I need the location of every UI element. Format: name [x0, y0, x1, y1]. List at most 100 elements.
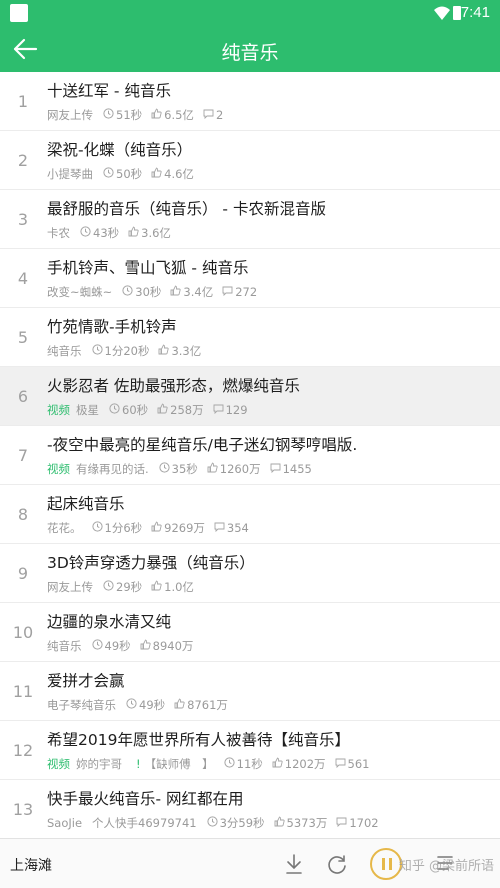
clock-icon — [224, 757, 235, 771]
thumbs-up-icon — [151, 167, 162, 181]
song-rank: 9 — [17, 564, 29, 583]
song-meta: 纯音乐 49秒 8940万 — [47, 638, 492, 654]
song-title: 手机铃声、雪山飞狐 - 纯音乐 — [47, 259, 249, 277]
clock-icon — [122, 285, 133, 299]
song-duration: 49秒 — [139, 698, 166, 712]
song-duration: 50秒 — [116, 167, 143, 181]
song-row[interactable]: 4 手机铃声、雪山飞狐 - 纯音乐 改变~蜘蛛~ 30秒 3.4亿 272 — [0, 249, 500, 308]
song-duration: 1分6秒 — [104, 521, 143, 535]
song-title: 起床纯音乐 — [47, 495, 125, 513]
song-rank: 7 — [17, 446, 29, 465]
song-row[interactable]: 3 最舒服的音乐（纯音乐） - 卡农新混音版 卡农 43秒 3.6亿 — [0, 190, 500, 249]
clock-icon — [80, 226, 91, 240]
now-playing-title[interactable]: 上海滩 — [10, 855, 52, 875]
clock-icon — [103, 580, 114, 594]
song-comments: 272 — [235, 285, 258, 299]
song-rank: 3 — [17, 210, 29, 229]
video-tag: 视频 — [47, 757, 70, 771]
song-likes: 1260万 — [219, 462, 261, 476]
pause-button[interactable] — [370, 848, 402, 880]
song-likes: 8940万 — [152, 639, 194, 653]
song-meta: 卡农 43秒 3.6亿 — [47, 225, 492, 241]
song-duration: 60秒 — [122, 403, 149, 417]
song-likes: 3.6亿 — [141, 226, 171, 240]
thumbs-up-icon — [207, 462, 218, 476]
thumbs-up-icon — [140, 639, 151, 653]
song-rank: 8 — [17, 505, 29, 524]
song-row[interactable]: 1 十送红军 - 纯音乐 网友上传 51秒 6.5亿 2 — [0, 72, 500, 131]
clock-icon — [91, 344, 103, 358]
song-row[interactable]: 13 快手最火纯音乐- 网红都在用 SaoJie 个人快手46979741 3分59秒 5… — [0, 780, 500, 839]
thumbs-up-icon — [157, 403, 168, 417]
comment-icon — [335, 757, 346, 771]
song-title: 3D铃声穿透力暴强（纯音乐） — [47, 554, 255, 572]
song-row[interactable]: 11 爱拼才会赢 电子琴纯音乐 49秒 8761万 — [0, 662, 500, 721]
song-rank: 10 — [12, 623, 34, 642]
song-source: 纯音乐 — [47, 639, 82, 653]
clock-icon — [91, 639, 103, 653]
song-row[interactable]: 6 火影忍者 佐助最强形态，燃爆纯音乐 视频 极星 60秒 258万 129 — [0, 367, 500, 426]
song-row[interactable]: 12 希望2019年愿世界所有人被善待【纯音乐】 视频 妳的宇哥! 【缺师傅 】 11秒 1… — [0, 721, 500, 780]
song-duration: 11秒 — [236, 757, 263, 771]
song-source: SaoJie — [47, 816, 83, 830]
song-likes: 5373万 — [286, 816, 328, 830]
song-meta: 视频 有缘再见的话. 35秒 1260万 1455 — [47, 461, 492, 477]
song-comments: 2 — [215, 108, 224, 122]
song-meta: 网友上传 29秒 1.0亿 — [47, 579, 492, 595]
song-source: 有缘再见的话. — [76, 462, 149, 476]
video-tag: 视频 — [47, 403, 70, 417]
exclamation-icon: ! — [136, 757, 141, 771]
clock-icon — [109, 403, 120, 417]
song-rank: 11 — [12, 682, 34, 701]
song-duration: 35秒 — [171, 462, 198, 476]
song-duration: 1分20秒 — [104, 344, 150, 358]
song-likes: 6.5亿 — [164, 108, 194, 122]
song-row[interactable]: 9 3D铃声穿透力暴强（纯音乐） 网友上传 29秒 1.0亿 — [0, 544, 500, 603]
song-row[interactable]: 7 -夜空中最亮的星纯音乐/电子迷幻钢琴哼唱版. 视频 有缘再见的话. 35秒 1260万… — [0, 426, 500, 485]
page-title: 纯音乐 — [221, 42, 279, 64]
clock-icon — [103, 108, 114, 122]
song-comments: 354 — [226, 521, 249, 535]
battery-icon — [453, 6, 461, 20]
clock-icon — [91, 521, 103, 535]
song-source: 妳的宇哥 — [76, 757, 122, 771]
song-source: 改变~蜘蛛~ — [47, 285, 113, 299]
song-comments: 1455 — [282, 462, 312, 476]
comment-icon — [222, 285, 233, 299]
song-title: 快手最火纯音乐- 网红都在用 — [47, 790, 244, 808]
song-duration: 30秒 — [135, 285, 162, 299]
song-row[interactable]: 5 竹苑情歌-手机铃声 纯音乐 1分20秒 3.3亿 — [0, 308, 500, 367]
song-title: 边疆的泉水清又纯 — [47, 613, 172, 631]
song-source: 花花。 — [47, 521, 82, 535]
song-rank: 6 — [17, 387, 29, 406]
wifi-icon — [434, 6, 450, 20]
comment-icon — [214, 521, 225, 535]
song-comments: 1702 — [349, 816, 379, 830]
song-source-extra: 个人快手46979741 — [92, 816, 197, 830]
song-duration: 3分59秒 — [219, 816, 265, 830]
status-bar: 7:41 — [0, 0, 500, 26]
loop-icon[interactable] — [326, 853, 348, 875]
song-rank: 2 — [17, 151, 29, 170]
song-rank: 13 — [12, 800, 34, 819]
song-row[interactable]: 2 梁祝-化蝶（纯音乐） 小提琴曲 50秒 4.6亿 — [0, 131, 500, 190]
song-source: 卡农 — [47, 226, 70, 240]
thumbs-up-icon — [158, 344, 170, 358]
song-title: 希望2019年愿世界所有人被善待【纯音乐】 — [47, 731, 350, 749]
song-row[interactable]: 8 起床纯音乐花花。 1分6秒 9269万 354 — [0, 485, 500, 544]
song-title: -夜空中最亮的星纯音乐/电子迷幻钢琴哼唱版. — [47, 436, 358, 454]
song-title: 火影忍者 佐助最强形态，燃爆纯音乐 — [47, 377, 300, 395]
song-rank: 5 — [17, 328, 29, 347]
thumbs-up-icon — [174, 698, 185, 712]
song-title: 十送红军 - 纯音乐 — [47, 82, 171, 100]
song-rank: 1 — [17, 92, 29, 111]
song-source: 小提琴曲 — [47, 167, 93, 181]
song-likes: 9269万 — [164, 521, 205, 535]
download-icon[interactable] — [284, 853, 304, 875]
song-meta: SaoJie 个人快手46979741 3分59秒 5373万 1702 — [47, 815, 492, 831]
song-duration: 51秒 — [116, 108, 143, 122]
song-source: 电子琴纯音乐 — [47, 698, 116, 712]
song-duration: 49秒 — [104, 639, 131, 653]
status-time: 7:41 — [460, 4, 490, 21]
song-row[interactable]: 10 边疆的泉水清又纯纯音乐 49秒 8940万 — [0, 603, 500, 662]
